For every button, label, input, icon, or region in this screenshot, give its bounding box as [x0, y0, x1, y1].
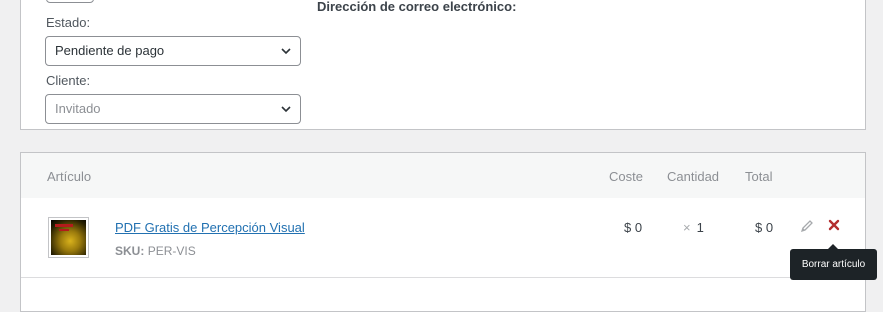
status-select[interactable]: Pendiente de pago: [45, 36, 301, 66]
order-details-panel: Estado: Pendiente de pago Cliente: Invit…: [20, 0, 866, 130]
column-item: Artículo: [47, 169, 92, 184]
product-thumbnail: [48, 217, 89, 258]
pencil-icon[interactable]: [800, 219, 814, 233]
product-name-link[interactable]: PDF Gratis de Percepción Visual: [115, 220, 305, 235]
customer-select-placeholder: Invitado: [55, 101, 101, 116]
product-image: [51, 220, 86, 255]
quantity-value: 1: [696, 220, 704, 235]
column-quantity: Cantidad: [667, 169, 720, 184]
partial-button[interactable]: [46, 0, 94, 3]
customer-label: Cliente:: [46, 73, 91, 88]
email-label: Dirección de correo electrónico:: [317, 0, 517, 14]
product-sku: SKU: PER-VIS: [115, 244, 196, 258]
quantity-multiply-symbol: ×: [683, 220, 691, 235]
items-table-header: Artículo Coste Cantidad Total: [21, 153, 865, 198]
table-row: PDF Gratis de Percepción Visual SKU: PER…: [21, 198, 865, 278]
customer-select[interactable]: Invitado: [45, 94, 301, 124]
delete-item-tooltip: Borrar artículo: [790, 244, 877, 280]
close-icon[interactable]: [827, 218, 841, 232]
status-select-value: Pendiente de pago: [55, 43, 165, 58]
order-items-panel: Artículo Coste Cantidad Total PDF Gratis…: [20, 152, 866, 312]
item-cost: $ 0: [624, 220, 643, 235]
status-label: Estado:: [46, 15, 91, 30]
column-cost: Coste: [609, 169, 643, 184]
column-total: Total: [745, 169, 773, 184]
chevron-down-icon: [281, 106, 291, 113]
sku-value: PER-VIS: [147, 244, 196, 258]
chevron-down-icon: [281, 48, 291, 55]
sku-label: SKU:: [115, 244, 145, 258]
item-total: $ 0: [755, 220, 774, 235]
item-quantity: × 1: [683, 220, 704, 235]
